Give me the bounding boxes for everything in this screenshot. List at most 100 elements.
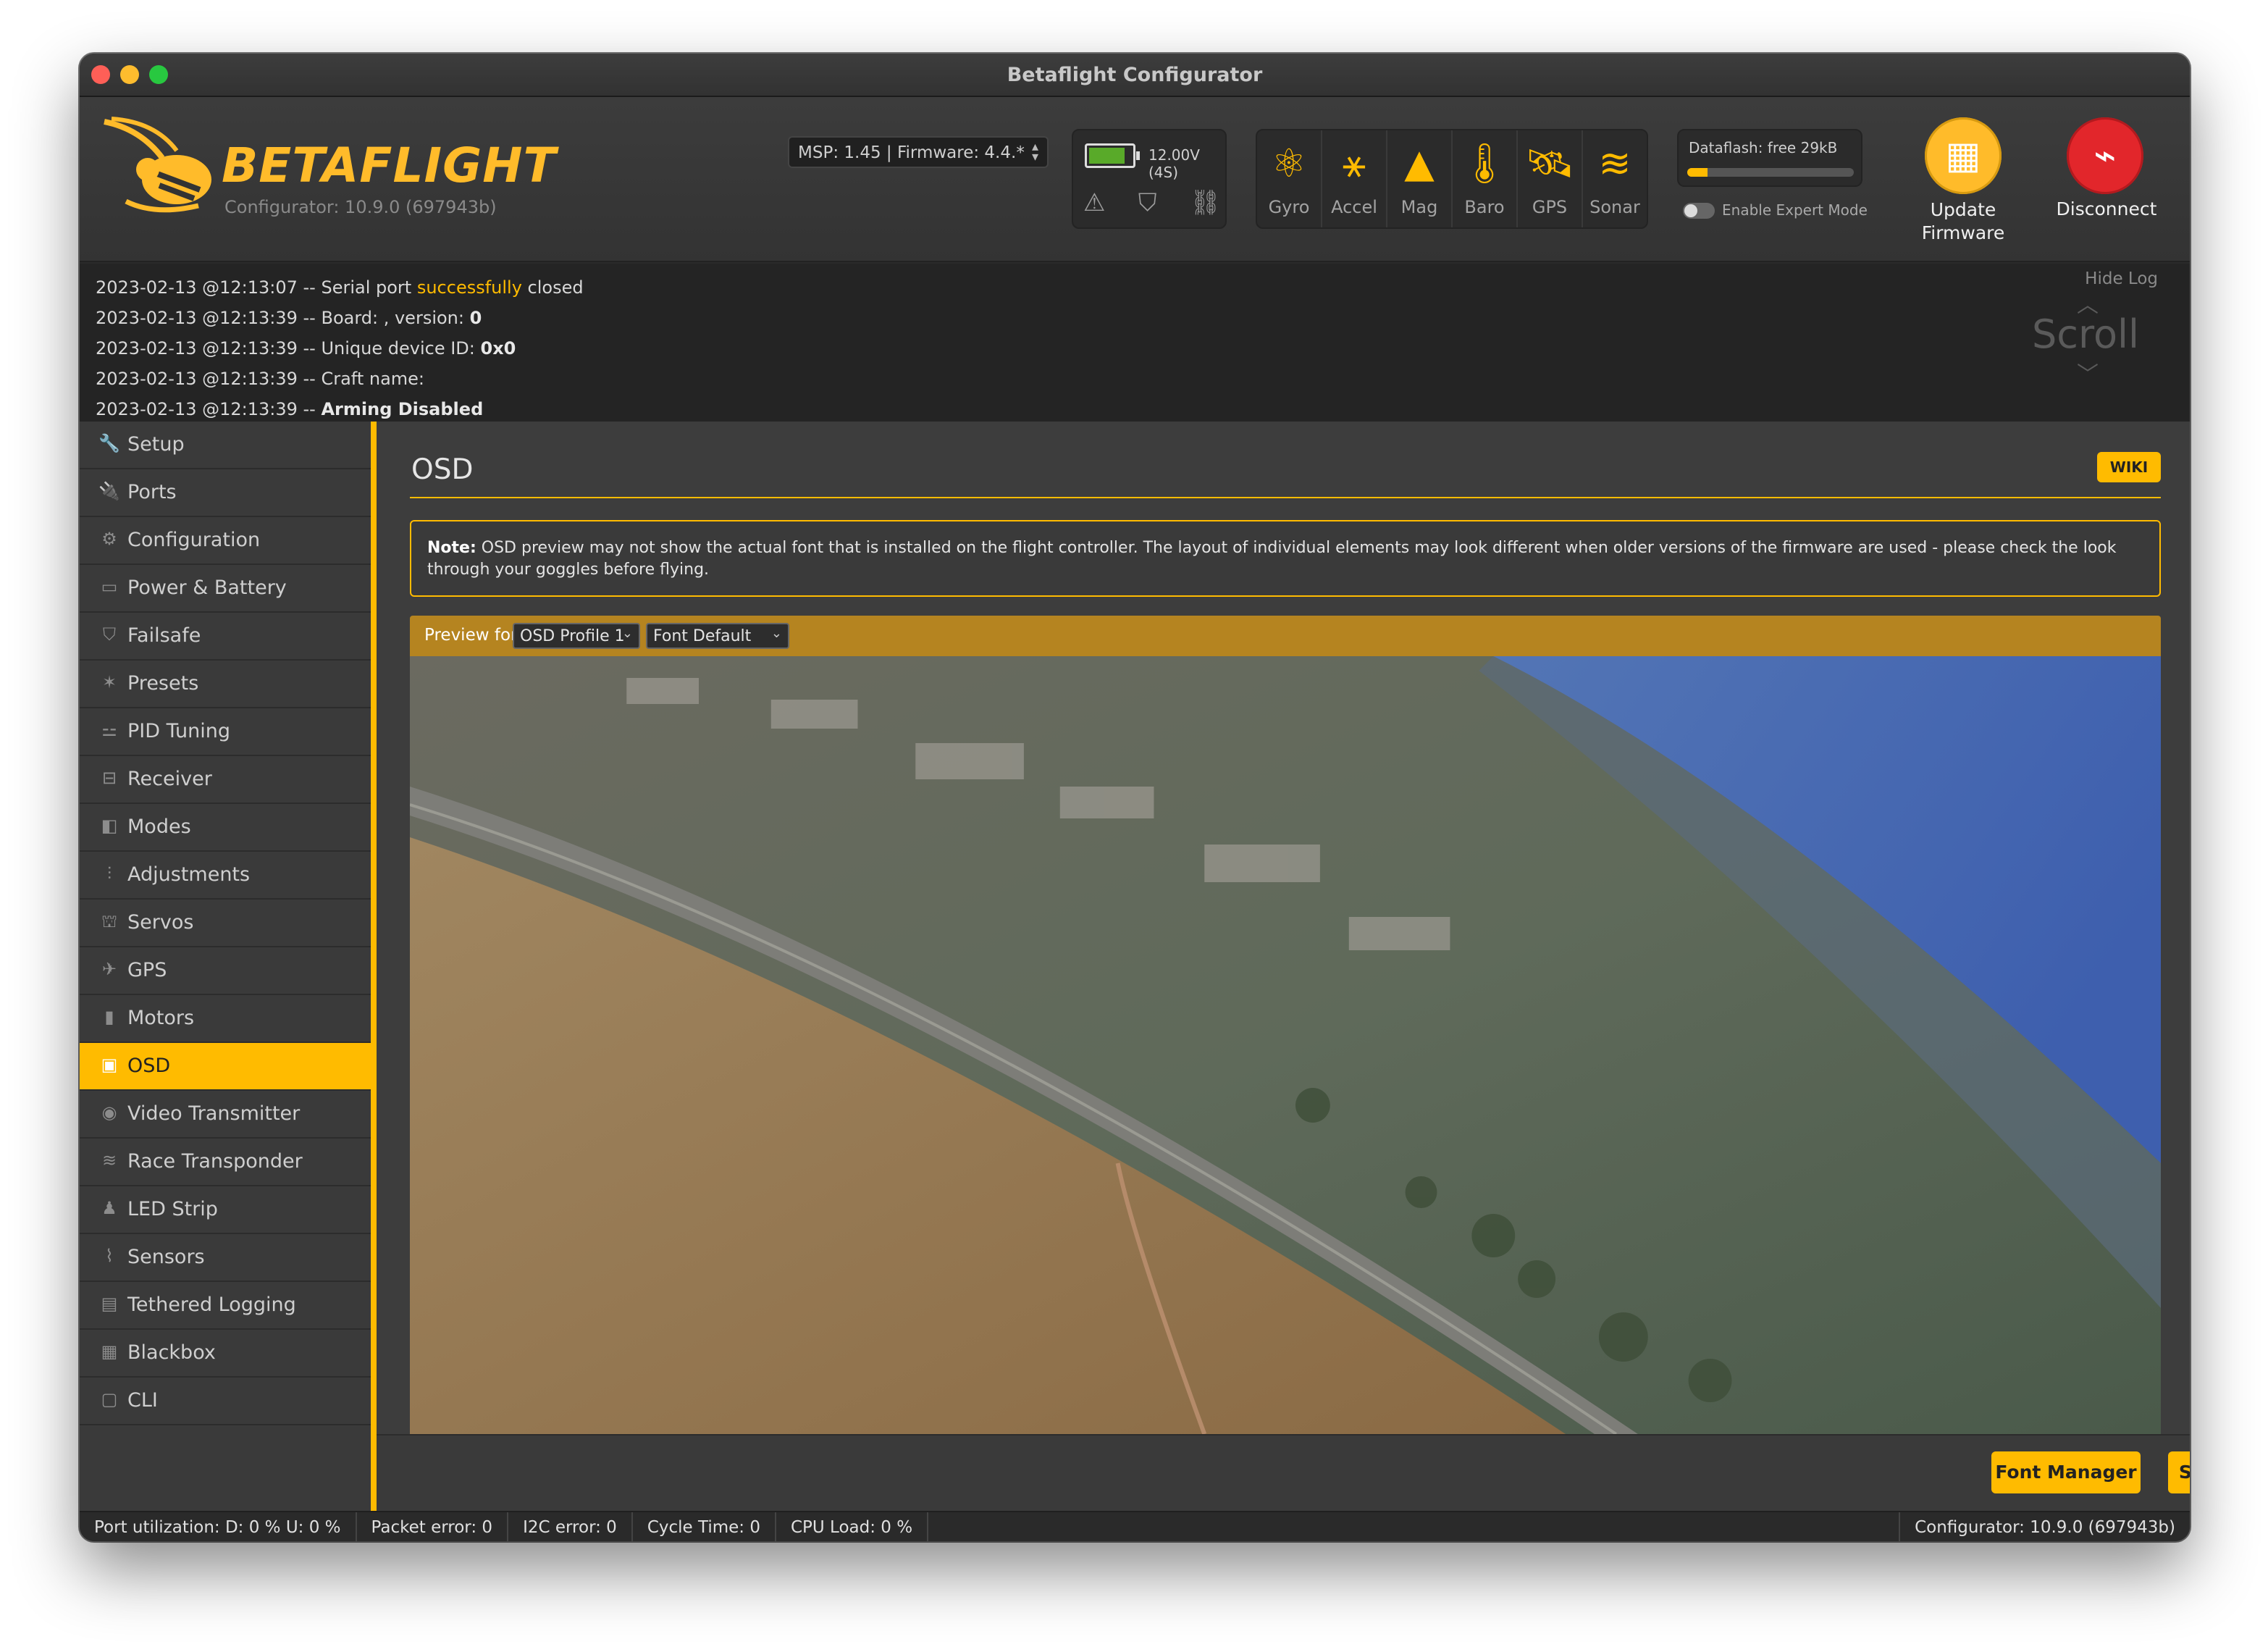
title-bar: Betaflight Configurator	[80, 54, 2190, 97]
sidebar-nav: 🔧 Setup 🔌 Ports ⚙ Configuration ▭ Power & Batte…	[80, 422, 371, 1511]
log-line: 2023-02-13 @12:13:39 -- Unique device ID…	[96, 338, 516, 359]
dataflash-status: Dataflash: free 29kB	[1677, 129, 1862, 187]
status-bar: Port utilization: D: 0 % U: 0 % Packet e…	[80, 1511, 2190, 1541]
scroll-label[interactable]: Scroll	[2032, 311, 2139, 357]
network-icon: ⚍	[101, 720, 117, 740]
sidebar-item-sensors[interactable]: ⌇ Sensors	[80, 1234, 371, 1282]
font-manager-button[interactable]: Font Manager	[1991, 1451, 2141, 1493]
chevron-down-icon: ⌄	[770, 626, 782, 641]
pulse-icon: ⌇	[105, 1246, 114, 1266]
sidebar-item-label: Motors	[127, 1007, 195, 1029]
sidebar-item-led-strip[interactable]: ♟ LED Strip	[80, 1186, 371, 1234]
sidebar-item-label: Video Transmitter	[127, 1102, 301, 1125]
sensor-gyro: ⚛ Gyro	[1257, 130, 1322, 227]
sidebar-item-video-transmitter[interactable]: ◉ Video Transmitter	[80, 1091, 371, 1139]
link-icon: ⛓	[1189, 188, 1221, 217]
parachute-icon: ⛉	[1138, 188, 1157, 217]
led-icon: ♟	[101, 1198, 117, 1218]
font-select[interactable]: Font Default ⌄	[646, 623, 789, 649]
osd-profile-select[interactable]: OSD Profile 1 ⌄	[513, 623, 640, 649]
sidebar-item-race-transponder[interactable]: ≋ Race Transponder	[80, 1139, 371, 1186]
log-panel: 2023-02-13 @12:13:07 -- Serial port succ…	[80, 264, 2190, 422]
disconnect-label: Disconnect	[2056, 198, 2157, 219]
sidebar-item-label: Power & Battery	[127, 577, 287, 599]
sidebar-item-label: GPS	[127, 959, 167, 981]
chip-icon: ▦	[1925, 117, 2002, 194]
sidebar-item-label: Adjustments	[127, 863, 251, 886]
plug-icon: 🔌	[98, 481, 120, 501]
sidebar-item-ports[interactable]: 🔌 Ports	[80, 469, 371, 517]
sidebar-item-modes[interactable]: ◧ Modes	[80, 804, 371, 852]
sidebar-item-setup[interactable]: 🔧 Setup	[80, 422, 371, 469]
chevron-down-icon: ﹀	[2077, 362, 2099, 387]
sidebar-item-adjustments[interactable]: ⫶ Adjustments	[80, 852, 371, 900]
update-firmware-label-1: Update	[1930, 199, 1996, 220]
sidebar-item-tethered-logging[interactable]: ▤ Tethered Logging	[80, 1282, 371, 1330]
sidebar-item-presets[interactable]: ✶ Presets	[80, 661, 371, 708]
window-title: Betaflight Configurator	[1007, 64, 1263, 86]
baro-icon: 🌡	[1459, 141, 1510, 186]
receiver-icon: ⊟	[101, 768, 117, 788]
sidebar-item-label: Modes	[127, 816, 191, 838]
motor-icon: ▮	[104, 1007, 114, 1027]
sensor-label: Gyro	[1268, 197, 1310, 217]
expert-mode-toggle[interactable]	[1683, 203, 1715, 219]
packet-error: Packet error: 0	[357, 1512, 509, 1541]
sidebar-item-cli[interactable]: ▢ CLI	[80, 1378, 371, 1425]
sidebar-item-label: OSD	[127, 1055, 171, 1077]
update-firmware-button[interactable]: ▦ Update Firmware	[1909, 117, 2017, 262]
log-line: 2023-02-13 @12:13:39 -- Craft name:	[96, 369, 425, 389]
sidebar-item-configuration[interactable]: ⚙ Configuration	[80, 517, 371, 565]
sidebar-item-servos[interactable]: ⛫ Servos	[80, 900, 371, 947]
osd-preview: Preview for OSD Profile 1 ⌄ Font Default…	[410, 616, 2161, 1434]
sidebar-item-receiver[interactable]: ⊟ Receiver	[80, 756, 371, 804]
sliders-icon: ⫶	[107, 863, 112, 884]
sidebar-item-failsafe[interactable]: ⛉ Failsafe	[80, 613, 371, 661]
sensor-label: Baro	[1464, 197, 1505, 217]
sidebar-item-osd[interactable]: ▣ OSD	[80, 1043, 371, 1091]
hide-log-label: Hide Log	[2085, 269, 2158, 288]
disconnect-button[interactable]: ⌁ Disconnect	[2045, 117, 2168, 262]
osd-preview-image[interactable]	[410, 656, 2161, 1434]
wrench-icon: 🔧	[98, 433, 120, 453]
sidebar-item-label: Tethered Logging	[127, 1294, 296, 1316]
save-button[interactable]: Save	[2168, 1451, 2190, 1493]
sidebar-item-gps[interactable]: ✈ GPS	[80, 947, 371, 995]
note-label: Note:	[427, 539, 476, 557]
logo: BETAFLIGHT Configurator: 10.9.0 (697943b…	[97, 114, 556, 223]
sidebar-item-motors[interactable]: ▮ Motors	[80, 995, 371, 1043]
sensor-sonar: ≋ Sonar	[1583, 130, 1647, 227]
sensor-gps: 🛰 GPS	[1518, 130, 1583, 227]
cycle-time: Cycle Time: 0	[633, 1512, 776, 1541]
sidebar-item-blackbox[interactable]: ▦ Blackbox	[80, 1330, 371, 1378]
sensor-mag: ▲ Mag	[1387, 130, 1453, 227]
log-line: 2023-02-13 @12:13:39 -- Board: , version…	[96, 308, 482, 328]
accel-icon: ⚹	[1342, 141, 1366, 186]
battery-icon	[1085, 143, 1140, 168]
expert-mode-label: Enable Expert Mode	[1722, 201, 1868, 219]
logo-version: Configurator: 10.9.0 (697943b)	[224, 197, 497, 217]
mag-icon: ▲	[1404, 141, 1435, 186]
servo-icon: ⛫	[101, 911, 118, 931]
msp-firmware-value: MSP: 1.45 | Firmware: 4.4.*	[798, 143, 1025, 162]
battery-status: 12.00V (4S) ⚠ ⛉ ⛓	[1072, 129, 1227, 229]
msp-firmware-select[interactable]: MSP: 1.45 | Firmware: 4.4.* ▴ ▾	[788, 136, 1049, 168]
sidebar-item-pid-tuning[interactable]: ⚍ PID Tuning	[80, 708, 371, 756]
chevron-down-icon: ⌄	[621, 626, 633, 641]
wiki-button[interactable]: WIKI	[2097, 452, 2161, 482]
logo-text: BETAFLIGHT	[222, 138, 557, 193]
toggle-icon: ◧	[101, 816, 118, 836]
sensor-baro: 🌡 Baro	[1453, 130, 1518, 227]
cpu-load: CPU Load: 0 %	[776, 1512, 929, 1541]
sidebar-item-label: Receiver	[127, 768, 212, 790]
sidebar-item-label: Servos	[127, 911, 194, 934]
battery-voltage: 12.00V (4S)	[1148, 146, 1200, 181]
magic-wand-icon: ✶	[101, 672, 117, 692]
title-divider	[410, 497, 2161, 498]
parachute-icon: ⛉	[103, 624, 116, 645]
sidebar-item-label: Setup	[127, 433, 185, 456]
terminal-icon: ▢	[101, 1389, 118, 1409]
sidebar-item-power-battery[interactable]: ▭ Power & Battery	[80, 565, 371, 613]
gps-icon: 🛰	[1524, 141, 1575, 186]
osd-icon: ▣	[101, 1055, 118, 1075]
